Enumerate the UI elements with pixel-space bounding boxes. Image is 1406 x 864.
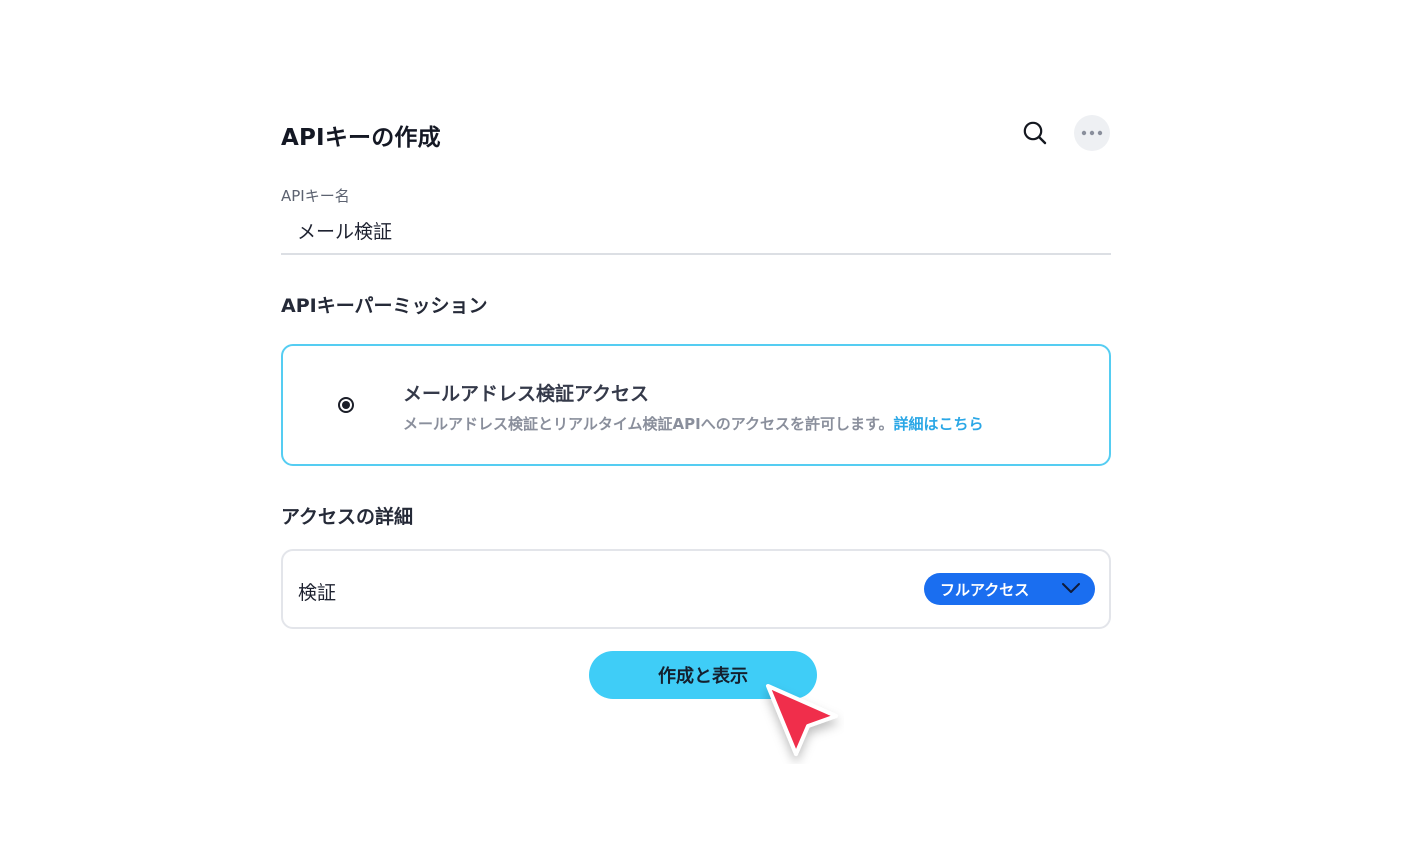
create-and-show-button[interactable]: 作成と表示 [589, 651, 817, 699]
permission-option-description: メールアドレス検証とリアルタイム検証APIへのアクセスを許可します。詳細はこちら [403, 413, 984, 434]
permission-option-email-verification[interactable]: メールアドレス検証アクセス メールアドレス検証とリアルタイム検証APIへのアクセ… [281, 344, 1111, 466]
learn-more-link[interactable]: 詳細はこちら [894, 415, 984, 433]
create-api-key-panel: APIキーの作成 APIキー名 APIキーパーミッション メールアドレス検証アク… [281, 100, 1111, 729]
permission-option-name: メールアドレス検証アクセス [403, 383, 650, 405]
access-row-label: 検証 [298, 582, 337, 604]
search-button[interactable] [1017, 115, 1053, 151]
api-key-name-field: APIキー名 [281, 166, 1111, 255]
api-key-name-input[interactable] [281, 212, 1111, 248]
panel-header: APIキーの作成 [281, 100, 1111, 166]
more-horizontal-icon [1081, 130, 1103, 136]
chevron-down-icon [1062, 583, 1080, 593]
api-key-name-label: APIキー名 [281, 187, 350, 205]
access-details-section-title: アクセスの詳細 [281, 506, 414, 528]
access-level-value: フルアクセス [940, 580, 1030, 599]
permissions-section-title: APIキーパーミッション [281, 295, 488, 317]
search-icon [1023, 121, 1047, 145]
more-options-button[interactable] [1074, 115, 1110, 151]
access-level-dropdown[interactable]: フルアクセス [924, 573, 1095, 605]
page-title: APIキーの作成 [281, 125, 441, 151]
access-details-card: 検証 フルアクセス [281, 549, 1111, 629]
submit-row: 作成と表示 [281, 629, 1111, 729]
permission-description-text: メールアドレス検証とリアルタイム検証APIへのアクセスを許可します。 [403, 415, 894, 433]
permission-radio[interactable] [338, 397, 354, 413]
radio-selected-dot [342, 401, 350, 409]
